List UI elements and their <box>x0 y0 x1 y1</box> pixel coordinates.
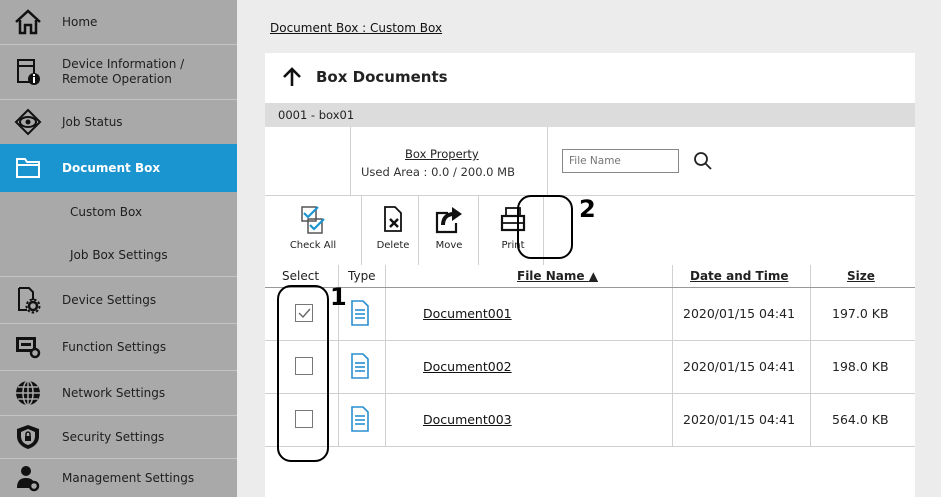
move-icon <box>435 207 462 234</box>
sort-ascending-icon: ▲ <box>588 269 598 283</box>
home-icon <box>14 8 42 36</box>
document-icon <box>351 300 369 326</box>
sidebar-item-function-settings[interactable]: Function Settings <box>0 324 237 370</box>
box-name-bar: 0001 - box01 <box>265 103 915 127</box>
callout-outline-print <box>517 195 573 259</box>
document-icon <box>351 353 369 379</box>
device-info-icon <box>14 58 42 86</box>
check-all-button[interactable]: Check All <box>285 195 341 265</box>
file-size: 564.0 KB <box>832 412 889 427</box>
sidebar-item-label: Management Settings <box>62 470 195 485</box>
sidebar-item-label: Document Box <box>62 160 161 175</box>
device-settings-icon <box>14 286 42 314</box>
document-icon <box>351 406 369 432</box>
file-size: 197.0 KB <box>832 306 889 321</box>
function-settings-icon <box>14 333 42 361</box>
callout-number-1: 1 <box>330 283 347 311</box>
sidebar-item-label: Job Status <box>62 114 123 129</box>
callout-outline-select <box>277 285 329 462</box>
delete-icon <box>384 206 402 232</box>
table-row[interactable]: Document002 2020/01/15 04:41 198.0 KB <box>265 341 915 394</box>
box-property-link[interactable]: Box Property <box>405 147 479 161</box>
globe-icon <box>14 379 42 407</box>
move-button[interactable]: Move <box>427 195 471 265</box>
sidebar-item-management-settings[interactable]: Management Settings <box>0 459 237 497</box>
delete-button[interactable]: Delete <box>373 195 413 265</box>
file-date: 2020/01/15 04:41 <box>683 412 796 427</box>
sidebar-item-document-box[interactable]: Document Box <box>0 144 237 192</box>
file-name-link[interactable]: Document001 <box>423 306 512 321</box>
sidebar-item-label: Job Box Settings <box>70 247 168 262</box>
sidebar-item-device-settings[interactable]: Device Settings <box>0 277 237 323</box>
up-arrow-icon[interactable] <box>282 66 302 87</box>
used-area-text: Used Area : 0.0 / 200.0 MB <box>361 165 515 179</box>
select-column-header: Select <box>282 269 320 283</box>
file-size: 198.0 KB <box>832 359 889 374</box>
sidebar-item-label: Function Settings <box>62 339 167 354</box>
page-title: Box Documents <box>316 67 448 86</box>
file-date: 2020/01/15 04:41 <box>683 359 796 374</box>
sidebar-item-home[interactable]: Home <box>0 0 237 44</box>
sidebar-item-custom-box[interactable]: Custom Box <box>0 192 237 232</box>
sidebar-item-job-status[interactable]: Job Status <box>0 100 237 144</box>
sidebar-item-device-information[interactable]: Device Information / Remote Operation <box>0 45 237 99</box>
user-gear-icon <box>14 464 42 492</box>
file-name-column-header[interactable]: File Name ▲ <box>517 269 598 283</box>
sidebar-item-label: Network Settings <box>62 385 166 400</box>
main-content: Document Box : Custom Box Box Documents … <box>237 0 941 497</box>
table-header: Select Type File Name ▲ Date and Time Si… <box>265 265 915 288</box>
property-bar: Box Property Used Area : 0.0 / 200.0 MB <box>265 127 915 196</box>
size-column-header[interactable]: Size <box>847 269 875 283</box>
sidebar-item-job-box-settings[interactable]: Job Box Settings <box>0 234 237 276</box>
eye-icon <box>14 108 42 136</box>
breadcrumb[interactable]: Document Box : Custom Box <box>270 21 442 35</box>
sidebar-item-label: Home <box>62 14 98 29</box>
shield-icon <box>14 423 42 451</box>
box-name: 0001 - box01 <box>278 108 355 122</box>
sidebar-item-security-settings[interactable]: Security Settings <box>0 416 237 458</box>
table-row[interactable]: Document003 2020/01/15 04:41 564.0 KB <box>265 394 915 447</box>
delete-label: Delete <box>376 240 410 251</box>
panel-header: Box Documents <box>265 53 915 100</box>
file-name-link[interactable]: Document003 <box>423 412 512 427</box>
sidebar: Home Device Information / Remote Operati… <box>0 0 237 497</box>
file-name-header-label: File Name <box>517 269 585 283</box>
check-all-icon <box>301 206 325 234</box>
callout-number-2: 2 <box>579 195 596 223</box>
file-name-search-input[interactable] <box>562 149 679 173</box>
date-column-header[interactable]: Date and Time <box>690 269 788 283</box>
type-column-header: Type <box>348 269 376 283</box>
file-date: 2020/01/15 04:41 <box>683 306 796 321</box>
move-label: Move <box>435 240 463 251</box>
sidebar-item-label: Device Information / Remote Operation <box>62 57 185 86</box>
sidebar-item-label: Device Settings <box>62 292 157 307</box>
box-documents-panel: Box Documents 0001 - box01 Box Property … <box>265 53 915 497</box>
folder-icon <box>14 154 42 182</box>
file-name-link[interactable]: Document002 <box>423 359 512 374</box>
sidebar-item-network-settings[interactable]: Network Settings <box>0 371 237 415</box>
table-row[interactable]: Document001 2020/01/15 04:41 197.0 KB <box>265 288 915 341</box>
sidebar-item-label: Custom Box <box>70 204 143 219</box>
sidebar-item-label: Security Settings <box>62 429 165 444</box>
search-icon[interactable] <box>693 151 713 171</box>
check-all-label: Check All <box>289 240 337 251</box>
